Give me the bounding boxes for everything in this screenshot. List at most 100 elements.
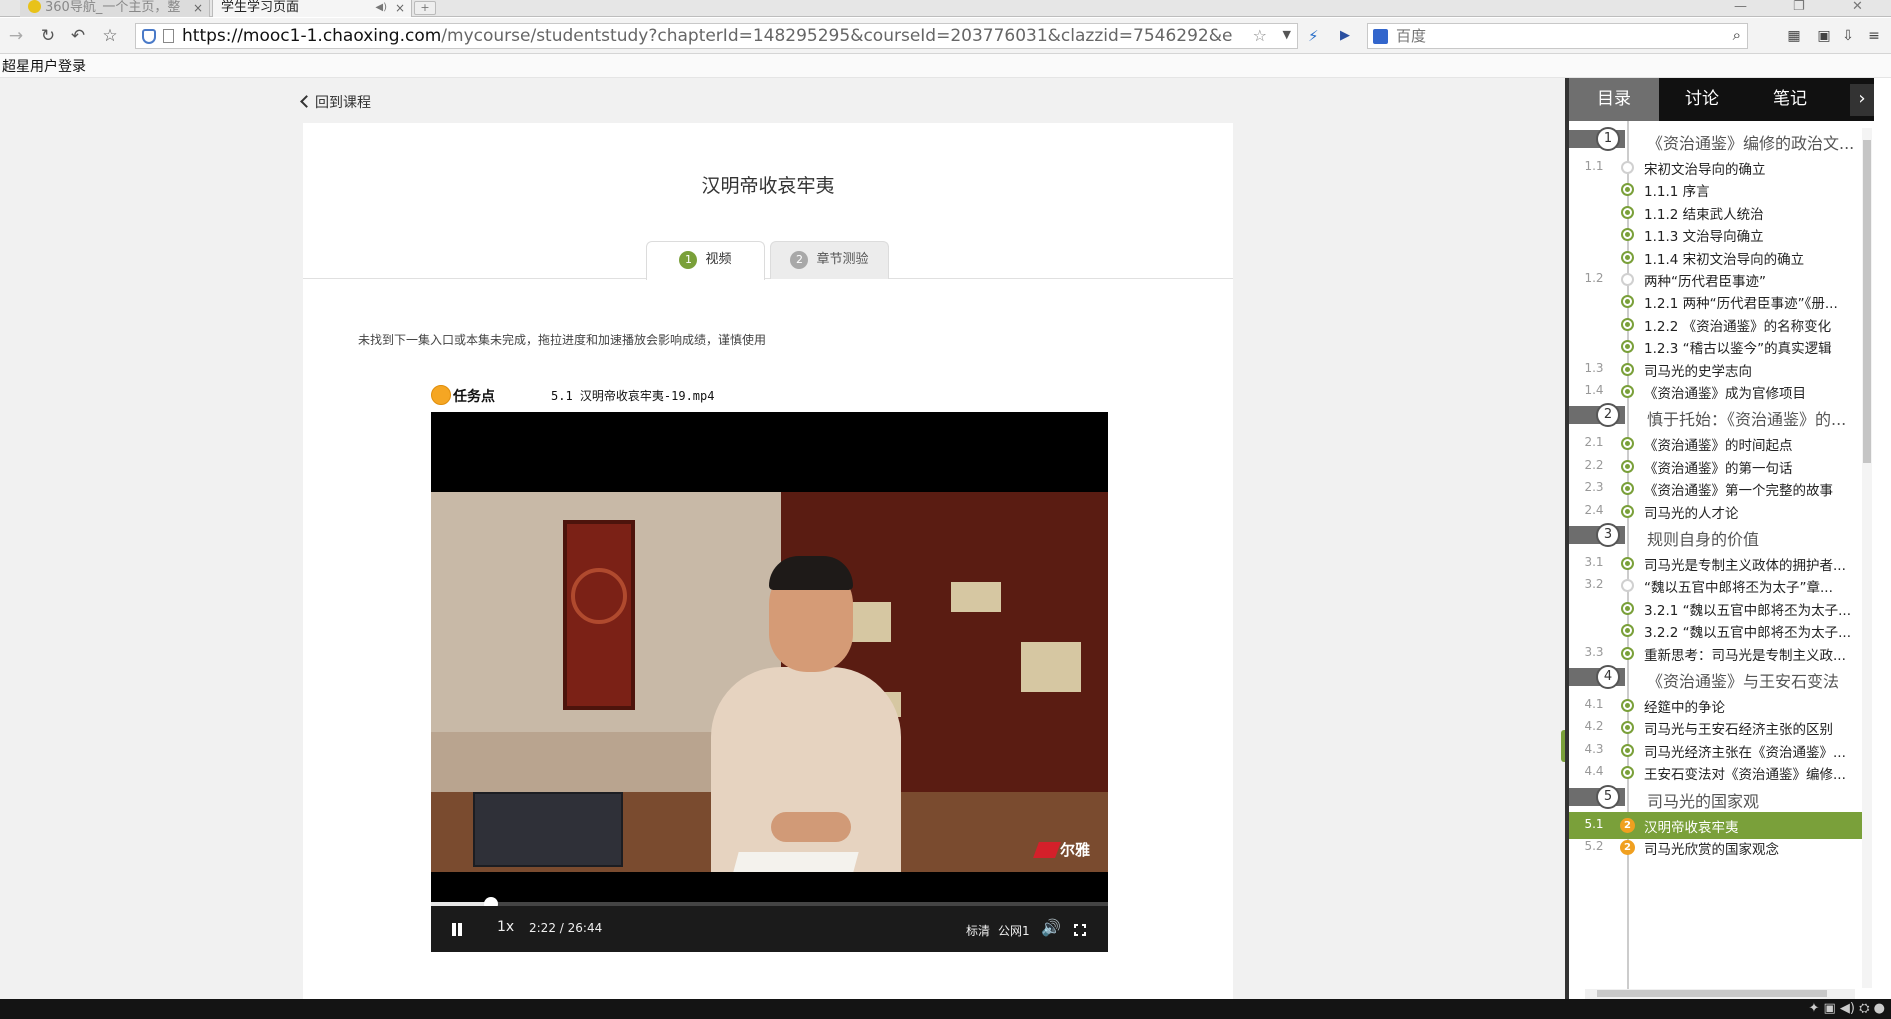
video-watermark: 尔雅 xyxy=(1033,839,1090,860)
sidebar-chapter[interactable]: 1 《资治通鉴》编修的政治文... xyxy=(1569,124,1864,154)
video-frame[interactable]: 尔雅 xyxy=(431,492,1108,872)
time-display: 2:22 / 26:44 xyxy=(529,921,603,935)
chevron-left-icon xyxy=(300,95,313,108)
completed-dot-icon xyxy=(1621,362,1634,376)
completed-dot-icon xyxy=(1621,601,1634,615)
chapter-tree: 1 《资治通鉴》编修的政治文... 1.1 宋初文治导向的确立 1.1.1 序言 1.1.… xyxy=(1569,121,1864,999)
chapter-title: 《资治通鉴》编修的政治文... xyxy=(1647,134,1855,153)
empty-circle-icon xyxy=(1621,273,1634,286)
section-title: 1.1.3 文治导向确立 xyxy=(1644,229,1764,246)
tab-student-study[interactable]: 学生学习页面 ◀) × xyxy=(212,0,412,17)
volume-icon[interactable]: 🔊 xyxy=(1041,918,1061,937)
completed-dot-icon xyxy=(1621,437,1634,451)
video-paper xyxy=(733,852,859,872)
tab-chapter-quiz[interactable]: 2 章节测验 xyxy=(770,241,889,279)
search-icon[interactable]: ⌕ xyxy=(1733,26,1741,44)
star-icon[interactable]: ☆ xyxy=(100,26,120,46)
lightning-icon[interactable]: ⚡ xyxy=(1308,27,1319,45)
bookmark-star-icon[interactable]: ☆ xyxy=(1253,26,1267,45)
completed-dot-icon xyxy=(1621,295,1634,309)
section-title: 司马光的人才论 xyxy=(1644,505,1739,522)
quality-button[interactable]: 标清 xyxy=(966,922,990,939)
close-window-icon[interactable]: ✕ xyxy=(1852,0,1863,14)
sidebar-horizontal-scrollbar[interactable] xyxy=(1585,989,1855,999)
sidebar-chapter[interactable]: 2 慎于托始：《资治通鉴》的... xyxy=(1569,400,1864,430)
tab-video[interactable]: 1 视频 xyxy=(646,241,765,280)
chevron-down-icon[interactable]: ▼ xyxy=(1283,28,1291,41)
tab-number-badge: 1 xyxy=(679,251,698,269)
section-title: 《资治通鉴》的第一句话 xyxy=(1644,460,1793,477)
address-bar[interactable]: https://mooc1-1.chaoxing.com/mycourse/st… xyxy=(135,23,1298,49)
menu-icon[interactable]: ≡ xyxy=(1866,28,1882,44)
undo-icon[interactable]: ↶ xyxy=(68,26,88,46)
bookmark-chaoxing-login[interactable]: 超星用户登录 xyxy=(2,56,86,76)
erya-logo-icon xyxy=(1033,842,1061,858)
reload-icon[interactable]: ↻ xyxy=(38,26,58,46)
url-text[interactable]: https://mooc1-1.chaoxing.com/mycourse/st… xyxy=(182,26,1232,46)
chapter-number: 5 xyxy=(1596,784,1620,809)
sidebar-chapter[interactable]: 3 规则自身的价值 xyxy=(1569,520,1864,550)
chapter-number: 4 xyxy=(1596,665,1620,689)
section-code: 3.1 xyxy=(1584,555,1604,569)
restore-icon[interactable]: ❐ xyxy=(1793,0,1805,14)
sidebar-scrollbar[interactable] xyxy=(1862,128,1872,988)
close-icon[interactable]: × xyxy=(193,0,203,16)
play-icon[interactable]: ▶ xyxy=(1340,28,1350,43)
screenshot-icon[interactable]: ▣ xyxy=(1816,28,1832,44)
fullscreen-icon[interactable] xyxy=(1074,924,1086,936)
sidebar-chapter[interactable]: 4 《资治通鉴》与王安石变法 xyxy=(1569,662,1864,692)
sidebar-item[interactable]: 5.2 2 司马光欣赏的国家观念 xyxy=(1569,834,1864,861)
360-logo-icon xyxy=(28,0,41,13)
tab-strip: 360导航_一个主页，整 × 学生学习页面 ◀) × + — ❐ ✕ xyxy=(0,0,1891,17)
close-icon[interactable]: × xyxy=(395,0,405,16)
page-title: 汉明帝收哀牢夷 xyxy=(701,175,835,197)
section-title: 两种“历代君臣事迹” xyxy=(1644,274,1766,290)
video-lecturer xyxy=(711,556,901,872)
section-code: 1.2 xyxy=(1584,271,1604,285)
completed-dot-icon xyxy=(1621,766,1634,780)
tab-number-badge: 2 xyxy=(790,251,809,269)
search-input[interactable] xyxy=(1396,27,1696,45)
section-title: 1.1.4 宋初文治导向的确立 xyxy=(1644,251,1805,268)
system-tray-icons: ✦ ▣ ◀) ⛭ ● xyxy=(1808,1001,1885,1016)
section-title: 《资治通鉴》成为官修项目 xyxy=(1644,386,1806,402)
back-to-course-link[interactable]: 回到课程 xyxy=(300,92,371,112)
tab-notes[interactable]: 笔记 xyxy=(1745,78,1835,121)
network-line-button[interactable]: 公网1 xyxy=(998,922,1030,939)
section-code: 4.3 xyxy=(1584,741,1604,756)
section-title: 1.1.2 结束武人统治 xyxy=(1644,206,1764,223)
tab-discussion[interactable]: 讨论 xyxy=(1657,78,1747,121)
tab-title: 学生学习页面 xyxy=(221,0,300,15)
search-box[interactable]: ⌕ xyxy=(1367,23,1748,49)
forward-icon[interactable]: → xyxy=(6,26,26,46)
download-icon[interactable]: ⇩ xyxy=(1840,28,1856,44)
scrollbar-thumb[interactable] xyxy=(1597,990,1827,997)
section-title: 重新思考：司马光是专制主义政... xyxy=(1644,647,1846,664)
video-player[interactable]: 尔雅 1x 2:22 / 26:44 标清 公网1 🔊 xyxy=(431,412,1108,952)
tab-360-nav[interactable]: 360导航_一个主页，整 × xyxy=(20,0,210,17)
new-tab-button[interactable]: + xyxy=(414,1,436,15)
page-icon xyxy=(163,29,174,43)
tab-catalog[interactable]: 目录 xyxy=(1569,78,1659,121)
speaker-icon[interactable]: ◀) xyxy=(375,0,387,16)
completed-dot-icon xyxy=(1621,699,1634,712)
sidebar-chapter[interactable]: 5 司马光的国家观 xyxy=(1569,782,1864,812)
task-point-label: 任务点 xyxy=(453,389,495,405)
playback-speed-button[interactable]: 1x xyxy=(497,919,514,935)
completed-dot-icon xyxy=(1621,250,1634,264)
completed-dot-icon xyxy=(1621,646,1634,660)
minimize-icon[interactable]: — xyxy=(1734,0,1747,14)
chevron-right-icon[interactable]: › xyxy=(1850,84,1874,116)
chapter-title: 《资治通鉴》与王安石变法 xyxy=(1647,672,1840,691)
section-code: 2.1 xyxy=(1584,435,1604,450)
section-title: 1.1.1 序言 xyxy=(1644,184,1710,201)
apps-icon[interactable]: ▦ xyxy=(1786,28,1802,44)
pending-task-badge: 2 xyxy=(1620,840,1635,855)
section-code: 1.4 xyxy=(1584,383,1604,397)
section-title: 司马光的史学志向 xyxy=(1644,363,1752,380)
section-title: 1.2.2 《资治通鉴》的名称变化 xyxy=(1644,318,1832,335)
completed-dot-icon xyxy=(1621,459,1634,473)
pause-icon[interactable] xyxy=(451,923,463,936)
scrollbar-thumb[interactable] xyxy=(1863,140,1871,463)
empty-circle-icon xyxy=(1621,579,1634,593)
